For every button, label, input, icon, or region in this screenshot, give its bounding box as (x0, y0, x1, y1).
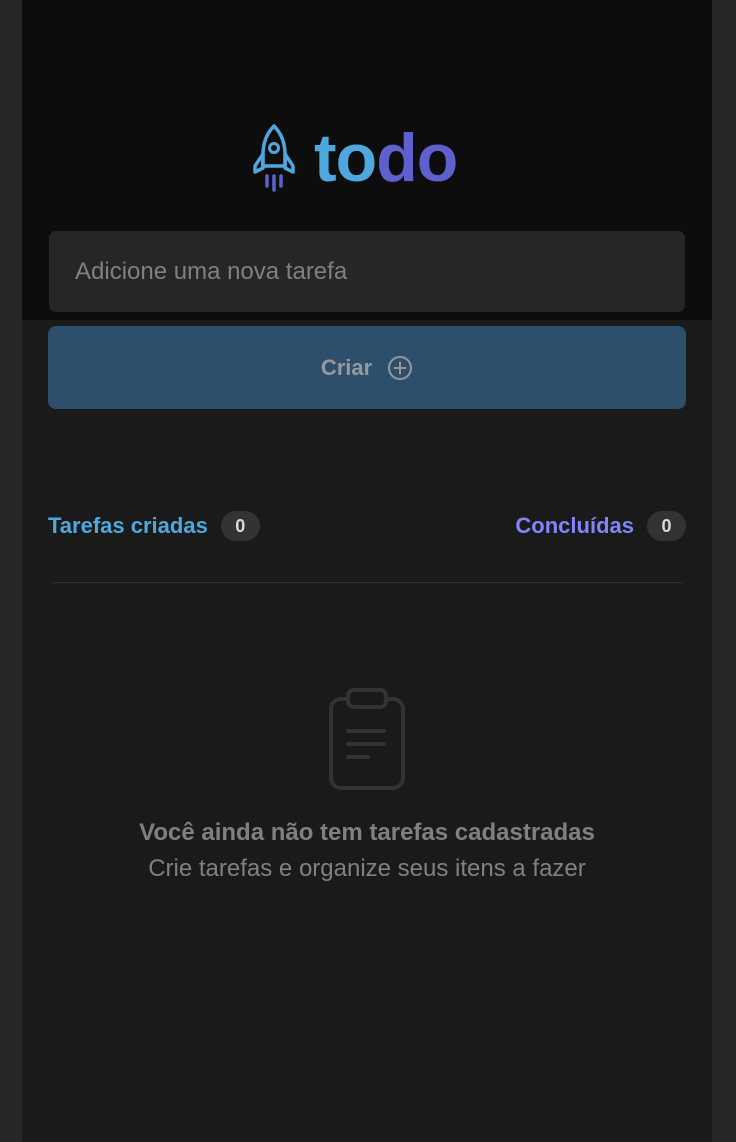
new-task-input[interactable] (48, 230, 686, 313)
clipboard-icon (329, 688, 405, 790)
logo: todo (251, 122, 458, 194)
done-counter: Concluídas 0 (515, 511, 686, 541)
logo-text-do: do (376, 120, 458, 196)
done-tasks-label: Concluídas (515, 513, 634, 538)
created-tasks-label: Tarefas criadas (48, 513, 208, 538)
created-counter: Tarefas criadas 0 (48, 511, 260, 541)
create-button-label: Criar (320, 354, 373, 380)
created-count-badge: 0 (220, 511, 260, 541)
todo-app: todo Criar Tarefas criadas 0 Concluídas … (22, 0, 712, 1142)
task-counters: Tarefas criadas 0 Concluídas 0 (48, 510, 686, 542)
create-button[interactable]: Criar (48, 326, 686, 409)
logo-text-to: to (314, 120, 377, 196)
logo-wordmark: todo (314, 124, 458, 192)
plus-circle-icon (388, 355, 413, 380)
empty-state: Você ainda não tem tarefas cadastradas C… (48, 582, 686, 1142)
empty-state-subtitle: Crie tarefas e organize seus itens a faz… (148, 855, 586, 882)
rocket-icon (253, 124, 295, 192)
empty-state-title: Você ainda não tem tarefas cadastradas (139, 819, 595, 846)
done-count-badge: 0 (647, 511, 686, 541)
